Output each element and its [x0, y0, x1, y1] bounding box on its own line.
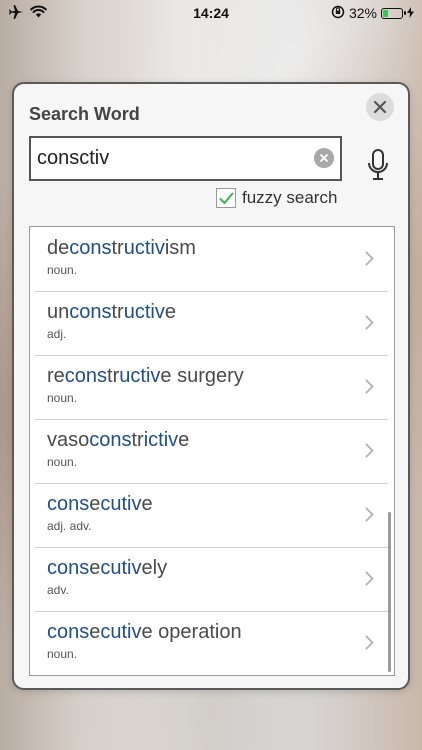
match-segment: cons [47, 493, 90, 515]
word-segment: tr [107, 365, 120, 387]
match-segment: uctiv [119, 365, 161, 387]
status-time: 14:24 [193, 5, 229, 21]
word-segment: ely [141, 557, 168, 579]
microphone-icon [368, 149, 388, 180]
word-segment: e operation [141, 621, 242, 643]
list-item[interactable]: consecutive operation noun. [30, 611, 394, 675]
word-segment: e surgery [160, 365, 244, 387]
match-segment: cons [47, 621, 90, 643]
list-item[interactable]: consecutively adv. [30, 547, 394, 611]
part-of-speech: adj. [47, 327, 67, 341]
search-word-dialog: Search Word fuzzy search deconstructivis… [12, 82, 410, 690]
chevron-right-icon [365, 635, 374, 650]
part-of-speech: adv. [47, 583, 69, 597]
list-item[interactable]: reconstructive surgery noun. [30, 355, 394, 419]
result-word: consecutive [47, 493, 394, 516]
scrollbar[interactable] [388, 512, 391, 672]
part-of-speech: noun. [47, 263, 78, 277]
word-segment: vaso [47, 429, 90, 451]
search-input[interactable] [31, 146, 299, 171]
part-of-speech: adj. adv. [47, 519, 92, 533]
close-button[interactable] [366, 93, 394, 121]
word-segment: e [164, 301, 176, 323]
battery-percent: 32% [348, 5, 377, 21]
match-segment: cons [47, 557, 90, 579]
list-item[interactable]: unconstructive adj. [30, 291, 394, 355]
part-of-speech: noun. [47, 391, 78, 405]
match-segment: cons [69, 237, 112, 259]
word-segment: tr [131, 429, 144, 451]
word-segment: e [89, 621, 101, 643]
chevron-right-icon [365, 443, 374, 458]
match-segment: uctiv [123, 301, 165, 323]
fuzzy-search-option[interactable]: fuzzy search [216, 188, 337, 208]
chevron-right-icon [365, 379, 374, 394]
fuzzy-search-label: fuzzy search [242, 188, 338, 207]
result-word: unconstructive [47, 301, 394, 324]
word-segment: e [141, 493, 153, 515]
clear-icon [320, 154, 328, 162]
word-segment: tr [111, 237, 124, 259]
charging-icon [407, 5, 414, 21]
status-left [8, 4, 128, 22]
clear-search-button[interactable] [314, 148, 334, 168]
result-word: reconstructive surgery [47, 365, 394, 388]
match-segment: uctiv [123, 237, 165, 259]
part-of-speech: noun. [47, 455, 78, 469]
word-segment: ism [164, 237, 196, 259]
result-word: consecutively [47, 557, 394, 580]
dialog-title: Search Word [29, 104, 140, 124]
result-word: vasoconstrictive [47, 429, 394, 452]
orientation-lock-icon [331, 5, 345, 22]
chevron-right-icon [365, 251, 374, 266]
word-segment: re [47, 365, 65, 387]
airplane-icon [8, 4, 24, 22]
part-of-speech: noun. [47, 647, 78, 661]
list-item[interactable]: consecutive adj. adv. [30, 483, 394, 547]
wifi-icon [30, 5, 47, 21]
word-segment: un [47, 301, 70, 323]
battery-icon [381, 7, 406, 19]
match-segment: ictiv [143, 429, 179, 451]
word-segment: e [89, 493, 101, 515]
chevron-right-icon [365, 315, 374, 330]
word-segment: de [47, 237, 70, 259]
match-segment: cutiv [100, 493, 142, 515]
status-bar: 14:24 32% [0, 0, 422, 26]
match-segment: cutiv [100, 557, 142, 579]
results-list[interactable]: deconstructivism noun. unconstructive adj. r… [29, 226, 395, 676]
fuzzy-search-checkbox[interactable] [216, 188, 236, 208]
word-segment: tr [111, 301, 124, 323]
checkmark-icon [219, 192, 233, 204]
close-icon [373, 100, 387, 114]
microphone-button[interactable] [366, 148, 390, 182]
list-item[interactable]: deconstructivism noun. [30, 227, 394, 291]
match-segment: cutiv [100, 621, 142, 643]
status-right: 32% [294, 5, 414, 22]
match-segment: cons [64, 365, 108, 387]
chevron-right-icon [365, 571, 374, 586]
word-segment: e [178, 429, 190, 451]
match-segment: cons [69, 301, 112, 323]
match-segment: cons [89, 429, 132, 451]
list-item[interactable]: vasoconstrictive noun. [30, 419, 394, 483]
battery-level [383, 9, 389, 17]
word-segment: e [89, 557, 101, 579]
result-word: deconstructivism [47, 237, 394, 260]
result-word: consecutive operation [47, 621, 394, 644]
chevron-right-icon [365, 507, 374, 522]
search-box[interactable] [29, 136, 342, 181]
